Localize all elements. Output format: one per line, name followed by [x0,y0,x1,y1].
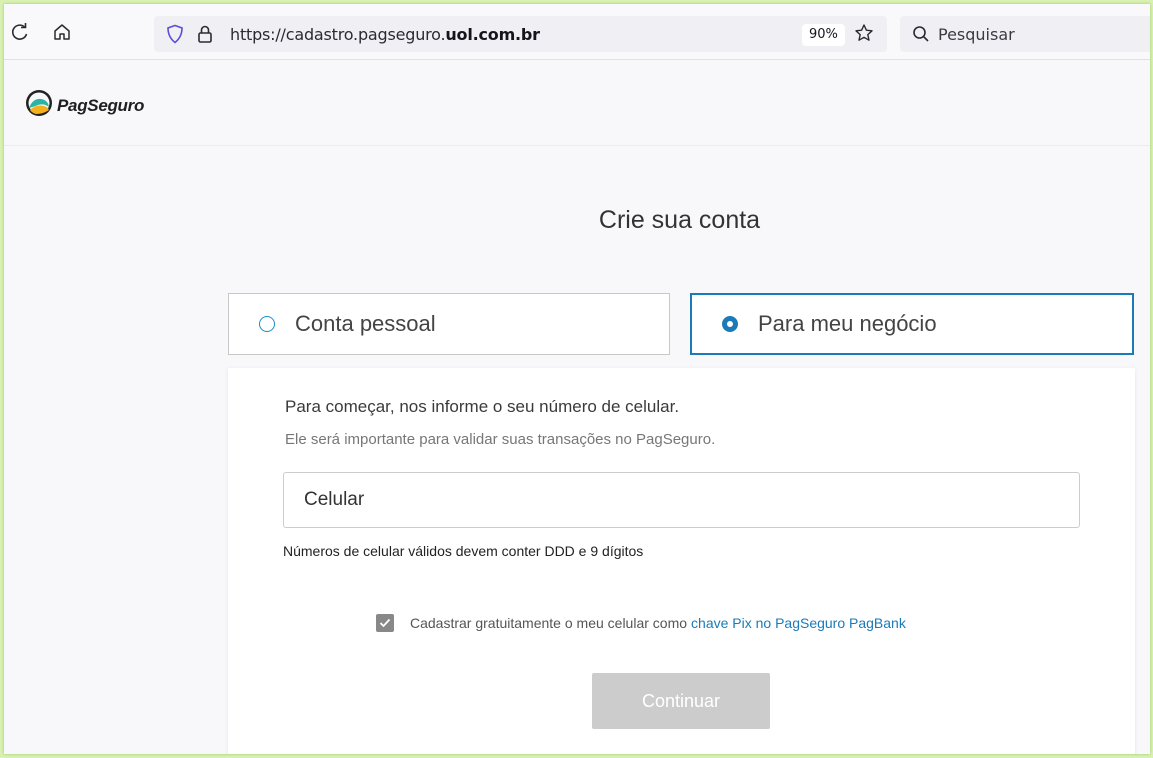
browser-window: https://cadastro.pagseguro.uol.com.br 90… [4,4,1150,754]
intro-text: Para começar, nos informe o seu número d… [285,397,680,416]
option-label-personal: Conta pessoal [295,311,436,336]
home-icon[interactable] [48,18,76,46]
search-bar[interactable]: Pesquisar [900,16,1150,52]
continue-button[interactable]: Continuar [592,673,770,729]
sub-text: Ele será importante para validar suas tr… [285,431,716,448]
radio-personal[interactable] [259,316,275,332]
pix-consent-row: Cadastrar gratuitamente o meu celular co… [376,614,906,632]
pagseguro-logo-icon [24,88,54,123]
browser-toolbar: https://cadastro.pagseguro.uol.com.br 90… [4,4,1150,60]
reload-icon[interactable] [6,18,34,46]
logo-text: PagSeguro [57,95,145,115]
page-content: PagSeguro Crie sua conta Conta pessoal P… [4,60,1150,754]
phone-input[interactable] [283,472,1080,528]
page-title-wrap: Crie sua conta [4,206,1150,235]
lock-icon[interactable] [196,24,214,49]
phone-hint: Números de celular válidos devem conter … [283,543,644,559]
url-domain: uol.com.br [445,25,540,44]
search-icon [912,25,930,48]
radio-business[interactable] [722,316,738,332]
signup-card: Para começar, nos informe o seu número d… [228,368,1135,754]
zoom-level-badge[interactable]: 90% [802,24,845,46]
star-icon[interactable] [854,23,874,48]
pix-consent-text: Cadastrar gratuitamente o meu celular co… [410,615,688,631]
option-label-business: Para meu negócio [758,311,937,336]
page-title: Crie sua conta [598,206,761,234]
account-type-business[interactable]: Para meu negócio [690,293,1134,355]
pagseguro-logo[interactable]: PagSeguro [24,88,144,123]
account-type-personal[interactable]: Conta pessoal [228,293,670,355]
site-header: PagSeguro [4,60,1150,146]
search-placeholder: Pesquisar [938,25,1015,44]
check-icon [379,618,391,628]
pix-link[interactable]: chave Pix no PagSeguro PagBank [691,615,906,631]
url-prefix: https://cadastro.pagseguro. [230,25,446,44]
url-bar[interactable]: https://cadastro.pagseguro.uol.com.br 90… [154,16,887,52]
url-text: https://cadastro.pagseguro.uol.com.br [230,25,540,44]
pix-checkbox[interactable] [376,614,394,632]
shield-icon[interactable] [166,24,184,49]
